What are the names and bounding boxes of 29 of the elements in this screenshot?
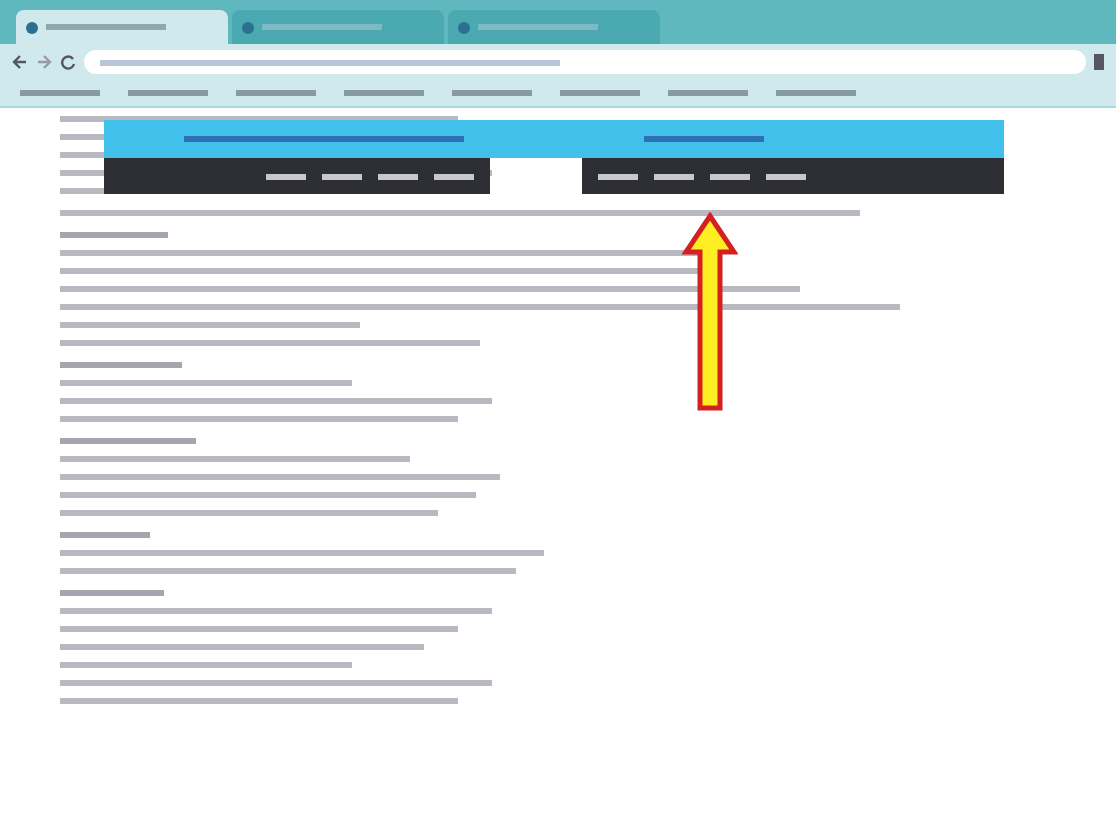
browser-tab[interactable] bbox=[448, 10, 660, 44]
menu-item[interactable] bbox=[766, 173, 806, 179]
blurred-text-line bbox=[60, 590, 164, 596]
up-arrow-icon bbox=[682, 212, 738, 412]
reload-icon[interactable] bbox=[60, 54, 76, 70]
blurred-text-line bbox=[60, 532, 150, 538]
extension-icon[interactable] bbox=[1094, 54, 1104, 70]
menu-item[interactable] bbox=[322, 173, 362, 179]
menu-item[interactable] bbox=[378, 173, 418, 179]
browser-tab[interactable] bbox=[232, 10, 444, 44]
blurred-text-line bbox=[60, 362, 182, 368]
blurred-text-line bbox=[60, 438, 196, 444]
bookmark-item[interactable] bbox=[236, 90, 316, 96]
menu-item[interactable] bbox=[266, 173, 306, 179]
back-icon[interactable] bbox=[12, 54, 28, 70]
bookmark-item[interactable] bbox=[452, 90, 532, 96]
menu-item[interactable] bbox=[434, 173, 474, 179]
forward-icon[interactable] bbox=[36, 54, 52, 70]
browser-tab[interactable] bbox=[16, 10, 228, 44]
bookmark-item[interactable] bbox=[344, 90, 424, 96]
blurred-text-line bbox=[60, 232, 168, 238]
bookmark-item[interactable] bbox=[776, 90, 856, 96]
bookmark-item[interactable] bbox=[20, 90, 100, 96]
bookmark-item[interactable] bbox=[128, 90, 208, 96]
menu-item[interactable] bbox=[710, 173, 750, 179]
menu-item[interactable] bbox=[654, 173, 694, 179]
bookmark-item[interactable] bbox=[668, 90, 748, 96]
menu-item[interactable] bbox=[598, 173, 638, 179]
bookmark-item[interactable] bbox=[560, 90, 640, 96]
